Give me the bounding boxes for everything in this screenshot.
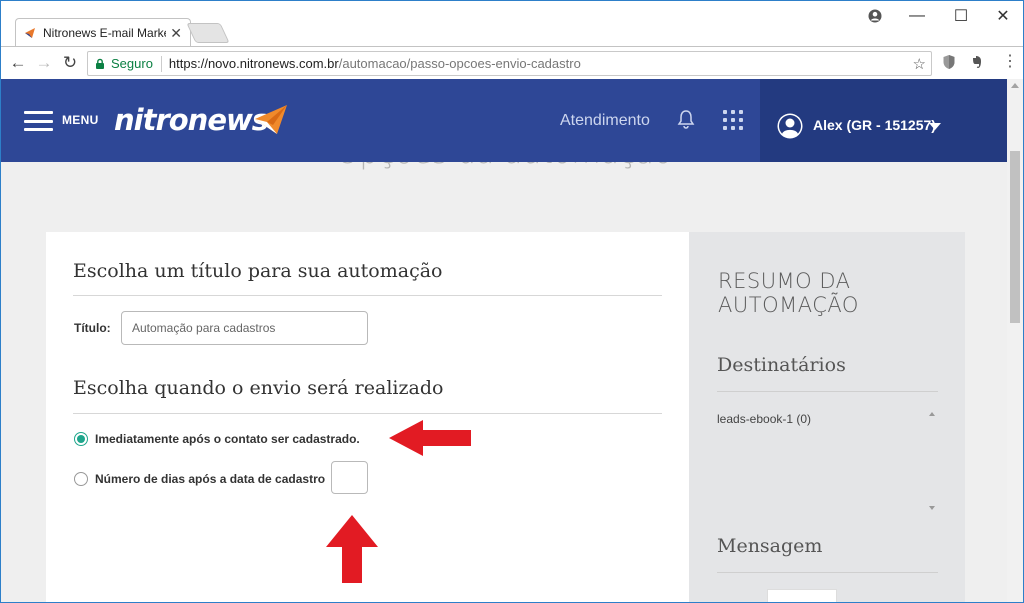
url-host: https://novo.nitronews.com.br	[168, 56, 339, 71]
title-field-label: Título:	[74, 321, 111, 335]
browser-toolbar: ← → ↻ Seguro https://novo.nitronews.com.…	[1, 46, 1023, 79]
message-thumbnail[interactable]	[767, 589, 837, 602]
divider	[73, 295, 662, 296]
message-heading: Mensagem	[717, 535, 823, 557]
page-scrollbar[interactable]	[1007, 79, 1023, 602]
list-scroll-up-icon[interactable]	[929, 412, 935, 416]
summary-title: RESUMO DA AUTOMAÇÃO	[718, 269, 859, 317]
profile-icon[interactable]	[853, 1, 897, 31]
automation-form: Escolha um título para sua automação Tít…	[46, 232, 689, 602]
menu-label[interactable]: MENU	[62, 113, 99, 127]
secure-label: Seguro	[111, 56, 153, 71]
user-name[interactable]: Alex (GR - 151257)	[813, 117, 936, 133]
evernote-extension-icon[interactable]	[970, 55, 984, 69]
title-input[interactable]: Automação para cadastros	[121, 311, 368, 345]
page-title: Opções da automação	[1, 162, 1007, 171]
reload-icon[interactable]: ↻	[57, 50, 83, 76]
logo-envelope-icon	[255, 105, 287, 134]
support-link[interactable]: Atendimento	[560, 112, 650, 130]
shield-extension-icon[interactable]	[942, 54, 956, 70]
radio-immediate[interactable]	[74, 432, 88, 446]
lock-icon	[96, 58, 104, 69]
automation-summary: RESUMO DA AUTOMAÇÃO Destinatários leads-…	[689, 232, 965, 602]
tab-title: Nitronews E-mail Marketi	[43, 26, 167, 40]
user-avatar-icon[interactable]	[776, 112, 804, 140]
address-separator	[160, 55, 162, 72]
minimize-icon[interactable]: —	[895, 1, 939, 31]
url-path: /automacao/passo-opcoes-envio-cadastro	[338, 56, 581, 71]
days-input[interactable]	[331, 461, 368, 494]
browser-tab[interactable]: Nitronews E-mail Marketi ✕	[15, 18, 191, 47]
when-section-heading: Escolha quando o envio será realizado	[73, 377, 444, 399]
back-arrow-icon[interactable]: ←	[5, 50, 31, 76]
recipients-heading: Destinatários	[717, 354, 846, 376]
option-days-label[interactable]: Número de dias após a data de cadastro	[95, 472, 325, 486]
browser-window: Nitronews E-mail Marketi ✕ — ☐ ✕ ← → ↻ S…	[0, 0, 1024, 603]
site-header: MENU nitronews Atendimento Alex (GR - 15…	[1, 79, 1007, 162]
divider	[717, 391, 938, 392]
tab-bar: Nitronews E-mail Marketi ✕ — ☐ ✕	[1, 1, 1023, 47]
user-dropdown-caret-icon[interactable]	[929, 123, 941, 130]
forward-arrow-icon[interactable]: →	[31, 50, 57, 76]
scroll-up-arrow-icon[interactable]	[1011, 83, 1019, 88]
scrollbar-thumb[interactable]	[1010, 151, 1020, 323]
browser-menu-icon[interactable]: ⋮	[1002, 54, 1018, 70]
recipients-list[interactable]: leads-ebook-1 (0)	[717, 406, 939, 516]
nitronews-favicon-icon	[25, 28, 35, 38]
notification-bell-icon[interactable]	[677, 109, 695, 129]
bookmark-star-icon[interactable]: ☆	[913, 55, 926, 73]
annotation-arrow-up-icon	[326, 515, 378, 583]
annotation-arrow-left-icon	[389, 420, 471, 456]
tab-close-icon[interactable]: ✕	[170, 25, 182, 42]
window-close-icon[interactable]: ✕	[981, 1, 1023, 31]
page-content: Opções da automação Escolha um título pa…	[1, 162, 1007, 602]
option-immediate-label[interactable]: Imediatamente após o contato ser cadastr…	[95, 432, 360, 446]
apps-grid-icon[interactable]	[723, 110, 743, 130]
maximize-icon[interactable]: ☐	[939, 1, 983, 31]
radio-days[interactable]	[74, 472, 88, 486]
address-bar[interactable]: Seguro https://novo.nitronews.com.br/aut…	[87, 51, 932, 76]
divider	[717, 572, 938, 573]
hamburger-menu-icon[interactable]	[24, 111, 53, 131]
list-item: leads-ebook-1 (0)	[717, 412, 812, 426]
new-tab-button[interactable]	[186, 23, 230, 43]
divider	[73, 413, 662, 414]
list-scroll-down-icon[interactable]	[929, 506, 935, 510]
nitronews-logo[interactable]: nitronews	[114, 103, 269, 137]
title-section-heading: Escolha um título para sua automação	[73, 260, 443, 282]
